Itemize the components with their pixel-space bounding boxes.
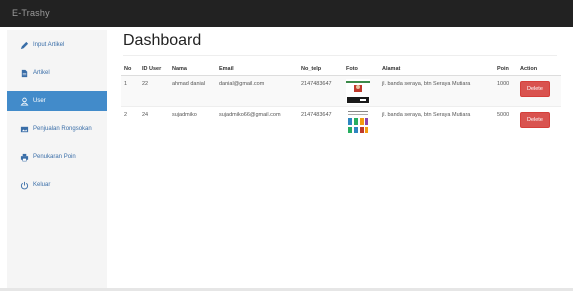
main-content: Dashboard No ID User Nama Email No_telp …	[107, 27, 573, 289]
col-header-id-user: ID User	[139, 63, 169, 76]
print-icon	[20, 153, 29, 162]
sidebar-item-label: Penjualan Rongsokan	[33, 126, 92, 132]
page-title: Dashboard	[123, 32, 202, 49]
col-header-action: Action	[517, 63, 561, 76]
cell-action: Delete	[517, 75, 561, 107]
cell-nama: sujadmiko	[169, 106, 216, 137]
col-header-no-telp: No_telp	[298, 63, 343, 76]
user-photo-thumbnail	[346, 79, 370, 104]
col-header-poin: Poin	[494, 63, 517, 76]
cell-nama: ahmad danial	[169, 75, 216, 107]
cell-id-user: 22	[139, 75, 169, 107]
sidebar-item-penukaran-poin[interactable]: Penukaran Poin	[7, 147, 107, 167]
table-row: 2 24 sujadmiko sujadmiko66@gmail.com 214…	[121, 106, 561, 137]
col-header-foto: Foto	[343, 63, 379, 76]
cell-alamat: jl. banda seraya, btn Seraya Mutiara	[379, 75, 494, 107]
sidebar-item-label: Artikel	[33, 70, 50, 76]
cell-foto	[343, 106, 379, 137]
delete-button[interactable]: Delete	[520, 112, 550, 128]
sidebar-item-user[interactable]: User	[7, 91, 107, 111]
sidebar-item-penjualan-rongsokan[interactable]: Penjualan Rongsokan	[7, 119, 107, 139]
delete-button[interactable]: Delete	[520, 81, 550, 97]
cell-email: sujadmiko66@gmail.com	[216, 106, 298, 137]
power-icon	[20, 181, 29, 190]
sidebar-item-label: User	[33, 98, 46, 104]
sidebar-item-keluar[interactable]: Keluar	[7, 175, 107, 195]
title-divider	[123, 55, 557, 56]
cell-poin: 5000	[494, 106, 517, 137]
table-header-row: No ID User Nama Email No_telp Foto Alama…	[121, 63, 561, 76]
cell-no: 2	[121, 106, 139, 137]
col-header-email: Email	[216, 63, 298, 76]
cell-email: danial@gmail.com	[216, 75, 298, 107]
col-header-alamat: Alamat	[379, 63, 494, 76]
sidebar-item-input-artikel[interactable]: Input Artikel	[7, 35, 107, 55]
sidebar-item-label: Keluar	[33, 182, 51, 188]
sidebar: Input Artikel Artikel User Penjualan Ron…	[7, 30, 107, 288]
user-photo-thumbnail	[346, 110, 370, 135]
users-table: No ID User Nama Email No_telp Foto Alama…	[121, 63, 561, 137]
table-row: 1 22 ahmad danial danial@gmail.com 21474…	[121, 75, 561, 107]
cell-no: 1	[121, 75, 139, 107]
col-header-no: No	[121, 63, 139, 76]
file-icon	[20, 69, 29, 78]
sidebar-item-label: Input Artikel	[33, 42, 65, 48]
cell-id-user: 24	[139, 106, 169, 137]
cell-poin: 1000	[494, 75, 517, 107]
col-header-nama: Nama	[169, 63, 216, 76]
app-brand[interactable]: E-Trashy	[12, 8, 50, 18]
cell-no-telp: 2147483647	[298, 106, 343, 137]
image-icon	[20, 125, 29, 134]
cell-no-telp: 2147483647	[298, 75, 343, 107]
user-icon	[20, 97, 29, 106]
top-navbar: E-Trashy	[0, 0, 573, 27]
cell-foto	[343, 75, 379, 107]
sidebar-item-artikel[interactable]: Artikel	[7, 63, 107, 83]
sidebar-item-label: Penukaran Poin	[33, 154, 76, 160]
cell-action: Delete	[517, 106, 561, 137]
pencil-icon	[20, 41, 29, 50]
cell-alamat: jl. banda seraya, btn Seraya Mutiara	[379, 106, 494, 137]
